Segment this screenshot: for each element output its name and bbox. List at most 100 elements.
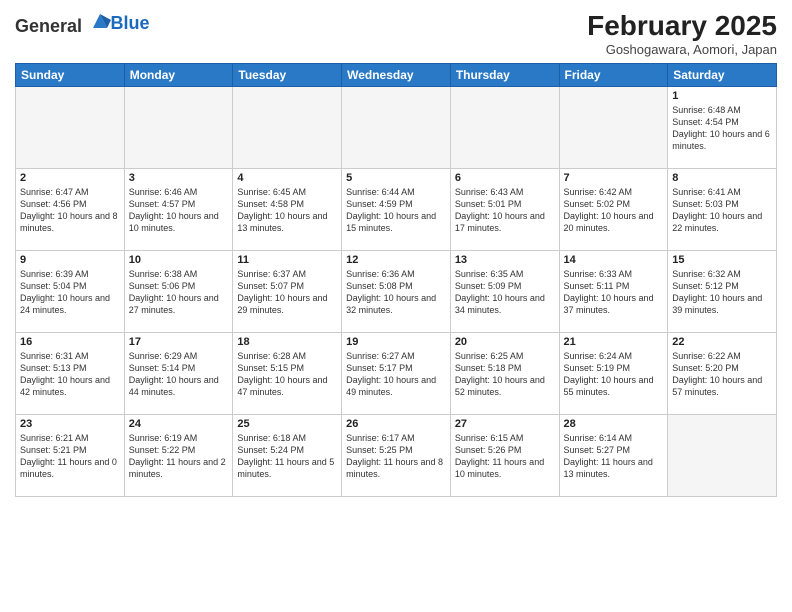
day-info: Sunrise: 6:19 AM Sunset: 5:22 PM Dayligh… xyxy=(129,432,229,481)
calendar-cell xyxy=(342,87,451,169)
day-info: Sunrise: 6:48 AM Sunset: 4:54 PM Dayligh… xyxy=(672,104,772,153)
day-number: 17 xyxy=(129,336,229,348)
calendar-cell: 14 Sunrise: 6:33 AM Sunset: 5:11 PM Dayli… xyxy=(559,251,668,333)
day-number: 25 xyxy=(237,418,337,430)
calendar-cell: 3Sunrise: 6:46 AM Sunset: 4:57 PM Daylig… xyxy=(124,169,233,251)
calendar-week-1: 2 Sunrise: 6:47 AM Sunset: 4:56 PM Daylig… xyxy=(16,169,777,251)
day-number: 13 xyxy=(455,254,555,266)
day-info: Sunrise: 6:25 AM Sunset: 5:18 PM Dayligh… xyxy=(455,350,555,399)
calendar-cell xyxy=(16,87,125,169)
calendar-week-0: 1 Sunrise: 6:48 AM Sunset: 4:54 PM Daylig… xyxy=(16,87,777,169)
day-number: 5 xyxy=(346,172,446,184)
day-info: Sunrise: 6:45 AM Sunset: 4:58 PM Dayligh… xyxy=(237,186,337,235)
location-subtitle: Goshogawara, Aomori, Japan xyxy=(587,42,777,57)
day-info: Sunrise: 6:27 AM Sunset: 5:17 PM Dayligh… xyxy=(346,350,446,399)
page: General Blue February 2025 Goshogawara, … xyxy=(0,0,792,612)
day-info: Sunrise: 6:22 AM Sunset: 5:20 PM Dayligh… xyxy=(672,350,772,399)
calendar-cell xyxy=(124,87,233,169)
day-number: 16 xyxy=(20,336,120,348)
calendar-cell: 1 Sunrise: 6:48 AM Sunset: 4:54 PM Daylig… xyxy=(668,87,777,169)
day-info: Sunrise: 6:47 AM Sunset: 4:56 PM Dayligh… xyxy=(20,186,120,235)
day-number: 8 xyxy=(672,172,772,184)
day-info: Sunrise: 6:42 AM Sunset: 5:02 PM Dayligh… xyxy=(564,186,664,235)
day-info: Sunrise: 6:41 AM Sunset: 5:03 PM Dayligh… xyxy=(672,186,772,235)
day-info: Sunrise: 6:21 AM Sunset: 5:21 PM Dayligh… xyxy=(20,432,120,481)
calendar-cell: 20Sunrise: 6:25 AM Sunset: 5:18 PM Dayli… xyxy=(450,333,559,415)
calendar-cell: 21 Sunrise: 6:24 AM Sunset: 5:19 PM Dayli… xyxy=(559,333,668,415)
header-tuesday: Tuesday xyxy=(233,64,342,87)
calendar-cell: 16 Sunrise: 6:31 AM Sunset: 5:13 PM Dayli… xyxy=(16,333,125,415)
calendar-cell: 24 Sunrise: 6:19 AM Sunset: 5:22 PM Dayli… xyxy=(124,415,233,497)
day-info: Sunrise: 6:18 AM Sunset: 5:24 PM Dayligh… xyxy=(237,432,337,481)
day-number: 24 xyxy=(129,418,229,430)
day-info: Sunrise: 6:24 AM Sunset: 5:19 PM Dayligh… xyxy=(564,350,664,399)
day-info: Sunrise: 6:31 AM Sunset: 5:13 PM Dayligh… xyxy=(20,350,120,399)
calendar-cell xyxy=(559,87,668,169)
calendar-cell: 28 Sunrise: 6:14 AM Sunset: 5:27 PM Dayli… xyxy=(559,415,668,497)
day-number: 9 xyxy=(20,254,120,266)
calendar-cell: 18Sunrise: 6:28 AM Sunset: 5:15 PM Dayli… xyxy=(233,333,342,415)
day-number: 11 xyxy=(237,254,337,266)
calendar-cell: 5Sunrise: 6:44 AM Sunset: 4:59 PM Daylig… xyxy=(342,169,451,251)
day-number: 2 xyxy=(20,172,120,184)
day-info: Sunrise: 6:32 AM Sunset: 5:12 PM Dayligh… xyxy=(672,268,772,317)
calendar-cell: 8 Sunrise: 6:41 AM Sunset: 5:03 PM Daylig… xyxy=(668,169,777,251)
calendar-cell xyxy=(233,87,342,169)
day-info: Sunrise: 6:38 AM Sunset: 5:06 PM Dayligh… xyxy=(129,268,229,317)
header-friday: Friday xyxy=(559,64,668,87)
day-number: 19 xyxy=(346,336,446,348)
calendar-cell: 9 Sunrise: 6:39 AM Sunset: 5:04 PM Daylig… xyxy=(16,251,125,333)
header-wednesday: Wednesday xyxy=(342,64,451,87)
calendar-cell: 12 Sunrise: 6:36 AM Sunset: 5:08 PM Dayli… xyxy=(342,251,451,333)
calendar-cell: 23Sunrise: 6:21 AM Sunset: 5:21 PM Dayli… xyxy=(16,415,125,497)
day-number: 22 xyxy=(672,336,772,348)
day-info: Sunrise: 6:29 AM Sunset: 5:14 PM Dayligh… xyxy=(129,350,229,399)
day-number: 7 xyxy=(564,172,664,184)
logo-blue-text: Blue xyxy=(111,13,150,33)
day-number: 6 xyxy=(455,172,555,184)
calendar-cell: 7 Sunrise: 6:42 AM Sunset: 5:02 PM Daylig… xyxy=(559,169,668,251)
calendar-cell xyxy=(450,87,559,169)
calendar-cell: 17 Sunrise: 6:29 AM Sunset: 5:14 PM Dayli… xyxy=(124,333,233,415)
day-number: 18 xyxy=(237,336,337,348)
calendar-cell: 19 Sunrise: 6:27 AM Sunset: 5:17 PM Dayli… xyxy=(342,333,451,415)
header-monday: Monday xyxy=(124,64,233,87)
calendar-cell: 4 Sunrise: 6:45 AM Sunset: 4:58 PM Daylig… xyxy=(233,169,342,251)
day-number: 27 xyxy=(455,418,555,430)
logo-general-text: General xyxy=(15,16,82,36)
day-number: 1 xyxy=(672,90,772,102)
header-saturday: Saturday xyxy=(668,64,777,87)
calendar-week-2: 9 Sunrise: 6:39 AM Sunset: 5:04 PM Daylig… xyxy=(16,251,777,333)
day-info: Sunrise: 6:15 AM Sunset: 5:26 PM Dayligh… xyxy=(455,432,555,481)
day-info: Sunrise: 6:14 AM Sunset: 5:27 PM Dayligh… xyxy=(564,432,664,481)
logo: General Blue xyxy=(15,10,150,37)
header: General Blue February 2025 Goshogawara, … xyxy=(15,10,777,57)
calendar-cell: 10 Sunrise: 6:38 AM Sunset: 5:06 PM Dayli… xyxy=(124,251,233,333)
calendar-cell: 27 Sunrise: 6:15 AM Sunset: 5:26 PM Dayli… xyxy=(450,415,559,497)
day-info: Sunrise: 6:33 AM Sunset: 5:11 PM Dayligh… xyxy=(564,268,664,317)
month-title: February 2025 xyxy=(587,10,777,42)
calendar-week-4: 23Sunrise: 6:21 AM Sunset: 5:21 PM Dayli… xyxy=(16,415,777,497)
day-info: Sunrise: 6:17 AM Sunset: 5:25 PM Dayligh… xyxy=(346,432,446,481)
day-info: Sunrise: 6:39 AM Sunset: 5:04 PM Dayligh… xyxy=(20,268,120,317)
calendar-table: Sunday Monday Tuesday Wednesday Thursday… xyxy=(15,63,777,497)
calendar-cell: 26 Sunrise: 6:17 AM Sunset: 5:25 PM Dayli… xyxy=(342,415,451,497)
day-number: 10 xyxy=(129,254,229,266)
day-number: 15 xyxy=(672,254,772,266)
day-info: Sunrise: 6:36 AM Sunset: 5:08 PM Dayligh… xyxy=(346,268,446,317)
calendar-cell: 22 Sunrise: 6:22 AM Sunset: 5:20 PM Dayli… xyxy=(668,333,777,415)
calendar-cell: 13Sunrise: 6:35 AM Sunset: 5:09 PM Dayli… xyxy=(450,251,559,333)
day-number: 28 xyxy=(564,418,664,430)
day-number: 3 xyxy=(129,172,229,184)
logo-icon xyxy=(89,10,111,32)
day-info: Sunrise: 6:37 AM Sunset: 5:07 PM Dayligh… xyxy=(237,268,337,317)
calendar-cell: 11 Sunrise: 6:37 AM Sunset: 5:07 PM Dayli… xyxy=(233,251,342,333)
title-section: February 2025 Goshogawara, Aomori, Japan xyxy=(587,10,777,57)
day-number: 12 xyxy=(346,254,446,266)
calendar-cell: 25 Sunrise: 6:18 AM Sunset: 5:24 PM Dayli… xyxy=(233,415,342,497)
day-number: 26 xyxy=(346,418,446,430)
day-number: 14 xyxy=(564,254,664,266)
day-number: 21 xyxy=(564,336,664,348)
day-info: Sunrise: 6:43 AM Sunset: 5:01 PM Dayligh… xyxy=(455,186,555,235)
day-number: 4 xyxy=(237,172,337,184)
